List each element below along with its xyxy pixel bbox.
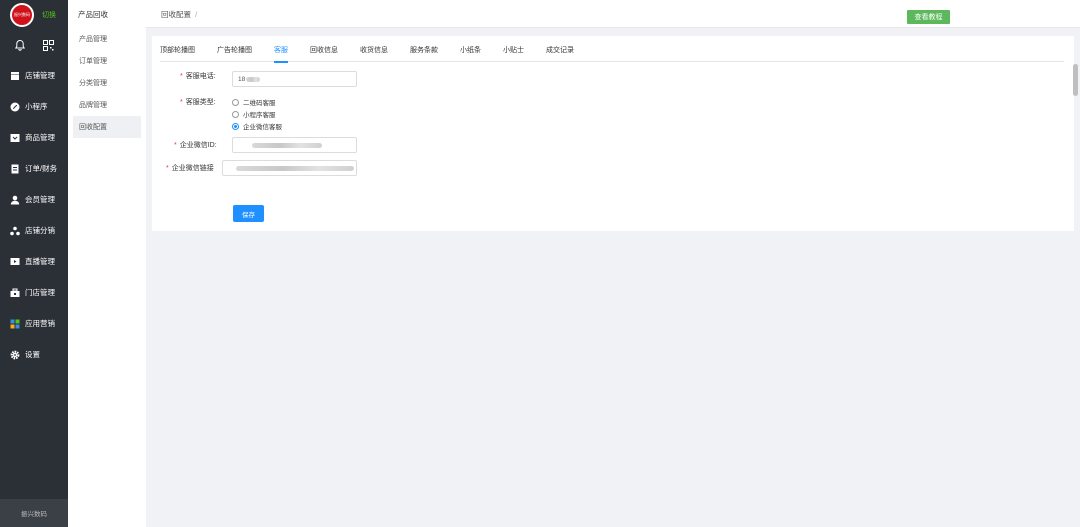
sidebar-item-label: 应用营销 [25, 319, 55, 328]
type-label: * 客服类型: [180, 97, 216, 107]
sidebar-item-distribution[interactable]: 店铺分销 [0, 215, 68, 246]
subnav-item-category[interactable]: 分类管理 [73, 72, 141, 94]
required-mark: * [166, 165, 169, 172]
store-icon [10, 71, 20, 81]
wecom-link-label-text: 企业微信链接 [171, 165, 214, 172]
bell-icon[interactable] [14, 39, 26, 51]
wecom-id-label-text: 企业微信ID: [179, 142, 217, 149]
sidebar-item-label: 会员管理 [25, 195, 55, 204]
sidebar-item-label: 小程序 [25, 102, 48, 111]
live-icon [10, 257, 20, 267]
tab-ad-banner[interactable]: 广告轮播图 [217, 45, 252, 62]
tab-deal-records[interactable]: 成交记录 [546, 45, 574, 62]
config-tabs: 顶部轮播图 广告轮播图 客服 回收信息 收货信息 服务条款 小纸条 小贴士 成交… [160, 45, 1064, 63]
wecom-link-row: * 企业微信链接 [166, 163, 214, 173]
subnav-item-product[interactable]: 产品管理 [73, 28, 141, 50]
radio-wecom[interactable]: 企业微信客服 [232, 121, 282, 131]
sidebar-footer[interactable]: 振兴数码 [0, 499, 68, 527]
main-sidebar: 振兴数码 切换 店铺管理 小程序 商品管理 订单/财务 会员管理 店铺分销 直播… [0, 0, 68, 527]
wecom-id-row: * 企业微信ID: [174, 140, 217, 150]
gear-icon [10, 350, 20, 360]
subnav-title: 产品回收 [78, 9, 108, 19]
radio-button[interactable] [232, 110, 239, 118]
miniprogram-icon [10, 102, 20, 112]
top-bar: 回收配置 / 查看教程 [146, 0, 1080, 28]
phone-value: 18 [238, 75, 246, 83]
sidebar-item-member[interactable]: 会员管理 [0, 184, 68, 215]
sidebar-item-settings[interactable]: 设置 [0, 339, 68, 370]
radio-button-selected[interactable] [232, 122, 239, 130]
order-icon [10, 164, 20, 174]
sidebar-item-apps[interactable]: 应用营销 [0, 308, 68, 339]
tab-recycle-info[interactable]: 回收信息 [310, 45, 338, 62]
sidebar-item-live[interactable]: 直播管理 [0, 246, 68, 277]
required-mark: * [180, 73, 183, 80]
tab-shipping-info[interactable]: 收货信息 [360, 45, 388, 62]
redacted-text [252, 142, 322, 148]
tab-note[interactable]: 小纸条 [460, 45, 481, 62]
shop-icon [10, 288, 20, 298]
sidebar-item-label: 门店管理 [25, 288, 55, 297]
breadcrumb: 回收配置 / [161, 9, 197, 20]
config-card: 顶部轮播图 广告轮播图 客服 回收信息 收货信息 服务条款 小纸条 小贴士 成交… [152, 36, 1074, 231]
phone-label: * 客服电话: [180, 71, 216, 81]
sidebar-header: 振兴数码 切换 [0, 0, 68, 30]
view-tutorial-button[interactable]: 查看教程 [907, 10, 950, 24]
subnav-item-order[interactable]: 订单管理 [73, 50, 141, 72]
subnav-item-brand[interactable]: 品牌管理 [73, 94, 141, 116]
qrcode-icon[interactable] [42, 39, 54, 51]
radio-qrcode[interactable]: 二维码客服 [232, 97, 276, 107]
breadcrumb-item[interactable]: 回收配置 [161, 10, 191, 19]
radio-label: 二维码客服 [243, 100, 276, 107]
subnav-item-recycle-config[interactable]: 回收配置 [73, 116, 141, 138]
radio-label: 小程序客服 [243, 112, 276, 119]
wecom-id-label: * 企业微信ID: [174, 140, 217, 150]
radio-button[interactable] [232, 98, 239, 106]
tab-tips[interactable]: 小贴士 [503, 45, 524, 62]
switch-store-link[interactable]: 切换 [42, 10, 56, 20]
phone-label-text: 客服电话: [185, 73, 216, 80]
sidebar-item-label: 商品管理 [25, 133, 55, 142]
type-label-text: 客服类型: [185, 99, 216, 106]
tab-service-terms[interactable]: 服务条款 [410, 45, 438, 62]
apps-icon [10, 319, 20, 329]
sub-sidebar: 产品回收 产品管理 订单管理 分类管理 品牌管理 回收配置 [68, 0, 146, 527]
sidebar-item-label: 店铺分销 [25, 226, 55, 235]
tab-customer-service[interactable]: 客服 [274, 45, 288, 63]
member-icon [10, 195, 20, 205]
redacted-text [246, 76, 261, 82]
required-mark: * [174, 142, 177, 149]
sidebar-item-goods[interactable]: 商品管理 [0, 122, 68, 153]
redacted-text [236, 165, 354, 171]
distribution-icon [10, 226, 20, 236]
sidebar-item-store[interactable]: 店铺管理 [0, 60, 68, 91]
sidebar-item-shop[interactable]: 门店管理 [0, 277, 68, 308]
wecom-link-input[interactable] [222, 160, 357, 176]
wecom-link-label: * 企业微信链接 [166, 163, 214, 173]
tab-top-banner[interactable]: 顶部轮播图 [160, 45, 195, 62]
radio-label: 企业微信客服 [243, 124, 282, 131]
phone-input[interactable]: 18 [232, 71, 357, 87]
page-scrollbar[interactable] [1073, 64, 1078, 96]
sidebar-item-label: 店铺管理 [25, 71, 55, 80]
required-mark: * [180, 99, 183, 106]
sidebar-item-label: 设置 [25, 350, 40, 359]
sidebar-item-order[interactable]: 订单/财务 [0, 153, 68, 184]
phone-row: * 客服电话: [180, 71, 216, 81]
store-logo[interactable]: 振兴数码 [10, 3, 34, 27]
logo-text: 振兴数码 [14, 12, 30, 17]
type-row: * 客服类型: [180, 97, 216, 107]
breadcrumb-separator: / [195, 10, 198, 19]
sidebar-item-label: 订单/财务 [25, 164, 58, 173]
sidebar-item-label: 直播管理 [25, 257, 55, 266]
radio-miniprogram[interactable]: 小程序客服 [232, 109, 276, 119]
goods-icon [10, 133, 20, 143]
wecom-id-input[interactable] [232, 137, 357, 153]
save-button[interactable]: 保存 [233, 205, 264, 222]
sidebar-item-miniprogram[interactable]: 小程序 [0, 91, 68, 122]
sidebar-icon-row [0, 30, 68, 60]
